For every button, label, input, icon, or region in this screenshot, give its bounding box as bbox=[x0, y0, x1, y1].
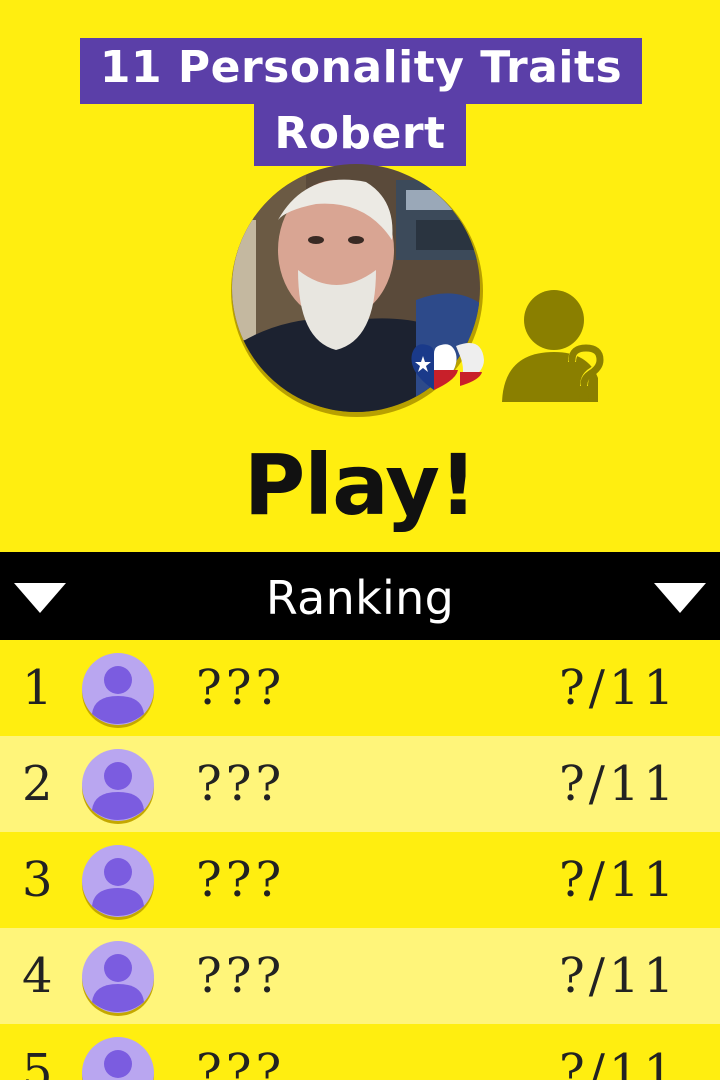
player-score: ?/11 bbox=[559, 1044, 678, 1080]
title-line-1: 11 Personality Traits bbox=[80, 38, 642, 104]
user-avatar-icon bbox=[82, 941, 154, 1016]
user-avatar-icon bbox=[82, 1037, 154, 1080]
ranking-header[interactable]: Ranking bbox=[0, 552, 720, 640]
user-avatar-icon bbox=[82, 845, 154, 920]
rank-number: 1 bbox=[22, 660, 53, 716]
rank-number: 4 bbox=[22, 948, 53, 1004]
ranking-list: 1 ??? ?/11 2 ??? ?/11 3 ??? ?/11 4 ??? ?… bbox=[0, 640, 720, 1080]
chevron-down-icon[interactable] bbox=[654, 583, 706, 613]
player-score: ?/11 bbox=[559, 948, 678, 1004]
chevron-down-icon[interactable] bbox=[14, 583, 66, 613]
table-row[interactable]: 3 ??? ?/11 bbox=[0, 832, 720, 928]
player-score: ?/11 bbox=[559, 852, 678, 908]
table-row[interactable]: 4 ??? ?/11 bbox=[0, 928, 720, 1024]
profile-photo bbox=[231, 164, 484, 417]
player-score: ?/11 bbox=[559, 660, 678, 716]
play-button[interactable]: Play! bbox=[200, 430, 520, 540]
profile-avatar bbox=[216, 160, 498, 426]
user-avatar-icon bbox=[82, 749, 154, 824]
player-score: ?/11 bbox=[559, 756, 678, 812]
unknown-player-icon[interactable] bbox=[498, 286, 610, 404]
player-name: ??? bbox=[196, 948, 286, 1004]
rank-number: 3 bbox=[22, 852, 53, 908]
rank-number: 5 bbox=[22, 1044, 53, 1080]
player-name: ??? bbox=[196, 756, 286, 812]
ranking-title: Ranking bbox=[265, 571, 455, 625]
table-row[interactable]: 1 ??? ?/11 bbox=[0, 640, 720, 736]
title-line-2: Robert bbox=[254, 104, 466, 166]
table-row[interactable]: 2 ??? ?/11 bbox=[0, 736, 720, 832]
player-name: ??? bbox=[196, 660, 286, 716]
player-name: ??? bbox=[196, 1044, 286, 1080]
user-avatar-icon bbox=[82, 653, 154, 728]
player-name: ??? bbox=[196, 852, 286, 908]
table-row[interactable]: 5 ??? ?/11 bbox=[0, 1024, 720, 1080]
quiz-page: 11 Personality Traits Robert Play! Ranki… bbox=[0, 0, 720, 1080]
rank-number: 2 bbox=[22, 756, 53, 812]
